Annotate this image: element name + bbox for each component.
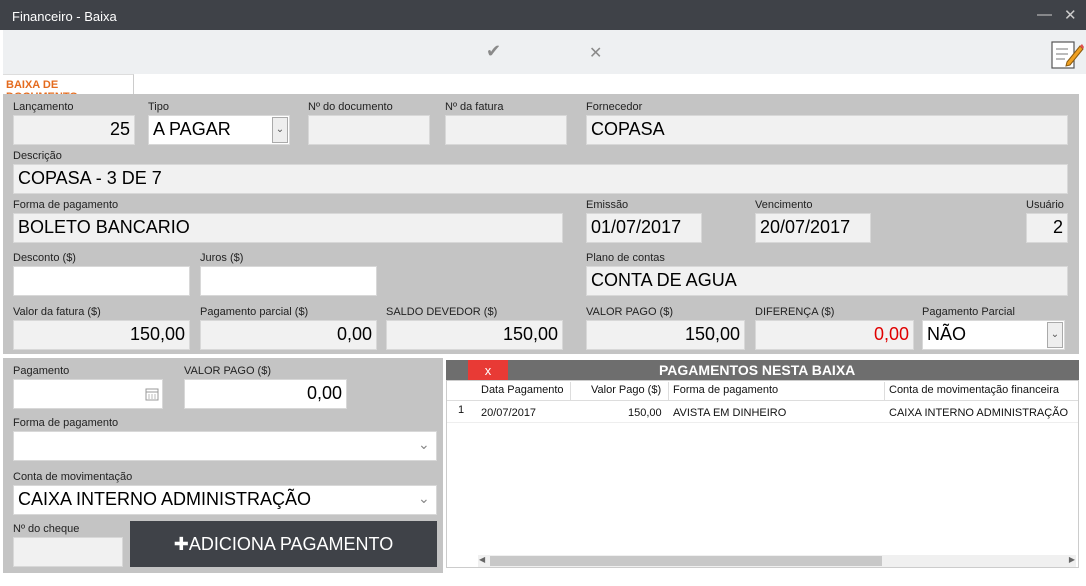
adiciona-pagamento-label: ADICIONA PAGAMENTO [188,534,394,554]
window-title: Financeiro - Baixa [12,9,117,24]
valor-fatura-label: Valor da fatura ($) [13,306,101,318]
grid-header: PAGAMENTOS NESTA BAIXA [446,360,1079,380]
juros-label: Juros ($) [200,252,244,264]
diferenca-label: DIFERENÇA ($) [755,306,835,318]
plano-contas-label: Plano de contas [586,252,665,264]
col-divider [570,382,571,400]
pagamento-parcial-valor-label: Pagamento parcial ($) [200,306,309,318]
title-bar: Financeiro - Baixa — ✕ [0,0,1086,30]
col-forma-pagamento[interactable]: Forma de pagamento [673,384,778,396]
cell-conta: CAIXA INTERNO ADMINISTRAÇÃO [889,407,1069,419]
valor-pago-label: VALOR PAGO ($) [586,306,674,318]
emissao-label: Emissão [586,199,629,211]
forma-pagamento-label: Forma de pagamento [13,199,119,211]
pagamento-parcial-dropdown-arrow-icon[interactable]: ⌄ [1047,322,1063,348]
pagamento-parcial-valor-field[interactable]: 0,00 [200,320,377,350]
tab-baixa-documento[interactable]: BAIXA DE DOCUMENTO [3,74,134,103]
desconto-label: Desconto ($) [13,252,76,264]
forma-dropdown-chevron-icon[interactable]: ⌄ [418,436,430,453]
scroll-left-icon[interactable]: ◀ [479,555,485,564]
calendar-icon[interactable] [145,387,159,401]
vencimento-field[interactable]: 20/07/2017 [755,213,871,243]
lancamento-field[interactable]: 25 [13,115,135,145]
scroll-right-icon[interactable]: ▶ [1069,555,1075,564]
juros-field[interactable] [200,266,377,296]
cell-valor: 150,00 [628,407,662,419]
saldo-devedor-field[interactable]: 150,00 [386,320,563,350]
col-valor-pago[interactable]: Valor Pago ($) [591,384,661,396]
plano-contas-field[interactable]: CONTA DE AGUA [586,266,1068,296]
cell-forma: AVISTA EM DINHEIRO [673,407,787,419]
tipo-dropdown-arrow-icon[interactable]: ⌄ [272,117,288,143]
col-data-pagamento[interactable]: Data Pagamento [481,384,564,396]
pagamento-data-label: Pagamento [13,365,70,377]
edit-document-icon[interactable] [1050,38,1084,70]
row-number: 1 [458,404,465,416]
tipo-label: Tipo [148,101,169,113]
vencimento-label: Vencimento [755,199,813,211]
forma-pagamento-field[interactable]: BOLETO BANCARIO [13,213,563,243]
conta-dropdown-chevron-icon[interactable]: ⌄ [418,490,430,507]
plus-icon: ✚ [173,534,189,554]
desconto-field[interactable] [13,266,190,296]
saldo-devedor-label: SALDO DEVEDOR ($) [386,306,498,318]
cell-data: 20/07/2017 [481,407,537,419]
toolbar: ✔ ✕ [3,30,1086,74]
usuario-label: Usuário [1026,199,1064,211]
num-documento-label: Nº do documento [308,101,393,113]
pagamento-parcial-select[interactable]: NÃO [922,320,1065,350]
cheque-field[interactable] [13,537,123,567]
grid-close-button[interactable]: x [468,360,508,382]
cheque-label: Nº do cheque [13,523,80,535]
scroll-thumb[interactable] [490,556,882,566]
pagamento-forma-select[interactable] [13,431,437,461]
horizontal-scrollbar[interactable]: ◀ ▶ [478,555,1076,567]
close-window-button[interactable]: ✕ [1064,6,1077,24]
minimize-button[interactable]: — [1037,6,1052,23]
adiciona-pagamento-button[interactable]: ✚ADICIONA PAGAMENTO [130,521,437,567]
valor-pago-field[interactable]: 150,00 [586,320,745,350]
pagamento-forma-label: Forma de pagamento [13,417,119,429]
fornecedor-label: Fornecedor [586,101,643,113]
conta-movimentacao-label: Conta de movimentação [13,471,133,483]
pagamento-parcial-select-label: Pagamento Parcial [922,306,1015,318]
descricao-field[interactable]: COPASA - 3 DE 7 [13,164,1068,194]
grid-title: PAGAMENTOS NESTA BAIXA [659,362,856,378]
col-divider [668,382,669,400]
cancel-x-icon[interactable]: ✕ [589,43,602,63]
pagamento-valor-label: VALOR PAGO ($) [184,365,272,377]
num-fatura-field[interactable] [445,115,567,145]
num-documento-field[interactable] [308,115,430,145]
valor-fatura-field[interactable]: 150,00 [13,320,190,350]
pagamento-data-field[interactable] [13,379,163,409]
conta-movimentacao-select[interactable]: CAIXA INTERNO ADMINISTRAÇÃO [13,485,437,515]
emissao-field[interactable]: 01/07/2017 [586,213,702,243]
col-divider [884,382,885,400]
lancamento-label: Lançamento [13,101,74,113]
fornecedor-field[interactable]: COPASA [586,115,1068,145]
num-fatura-label: Nº da fatura [445,101,504,113]
usuario-field[interactable]: 2 [1026,213,1068,243]
col-conta-movimentacao[interactable]: Conta de movimentação financeira [889,384,1059,396]
diferenca-field[interactable]: 0,00 [755,320,914,350]
pagamento-valor-field[interactable]: 0,00 [184,379,347,409]
descricao-label: Descrição [13,150,62,162]
tipo-select[interactable]: A PAGAR [148,115,290,145]
confirm-check-icon[interactable]: ✔ [486,41,501,62]
